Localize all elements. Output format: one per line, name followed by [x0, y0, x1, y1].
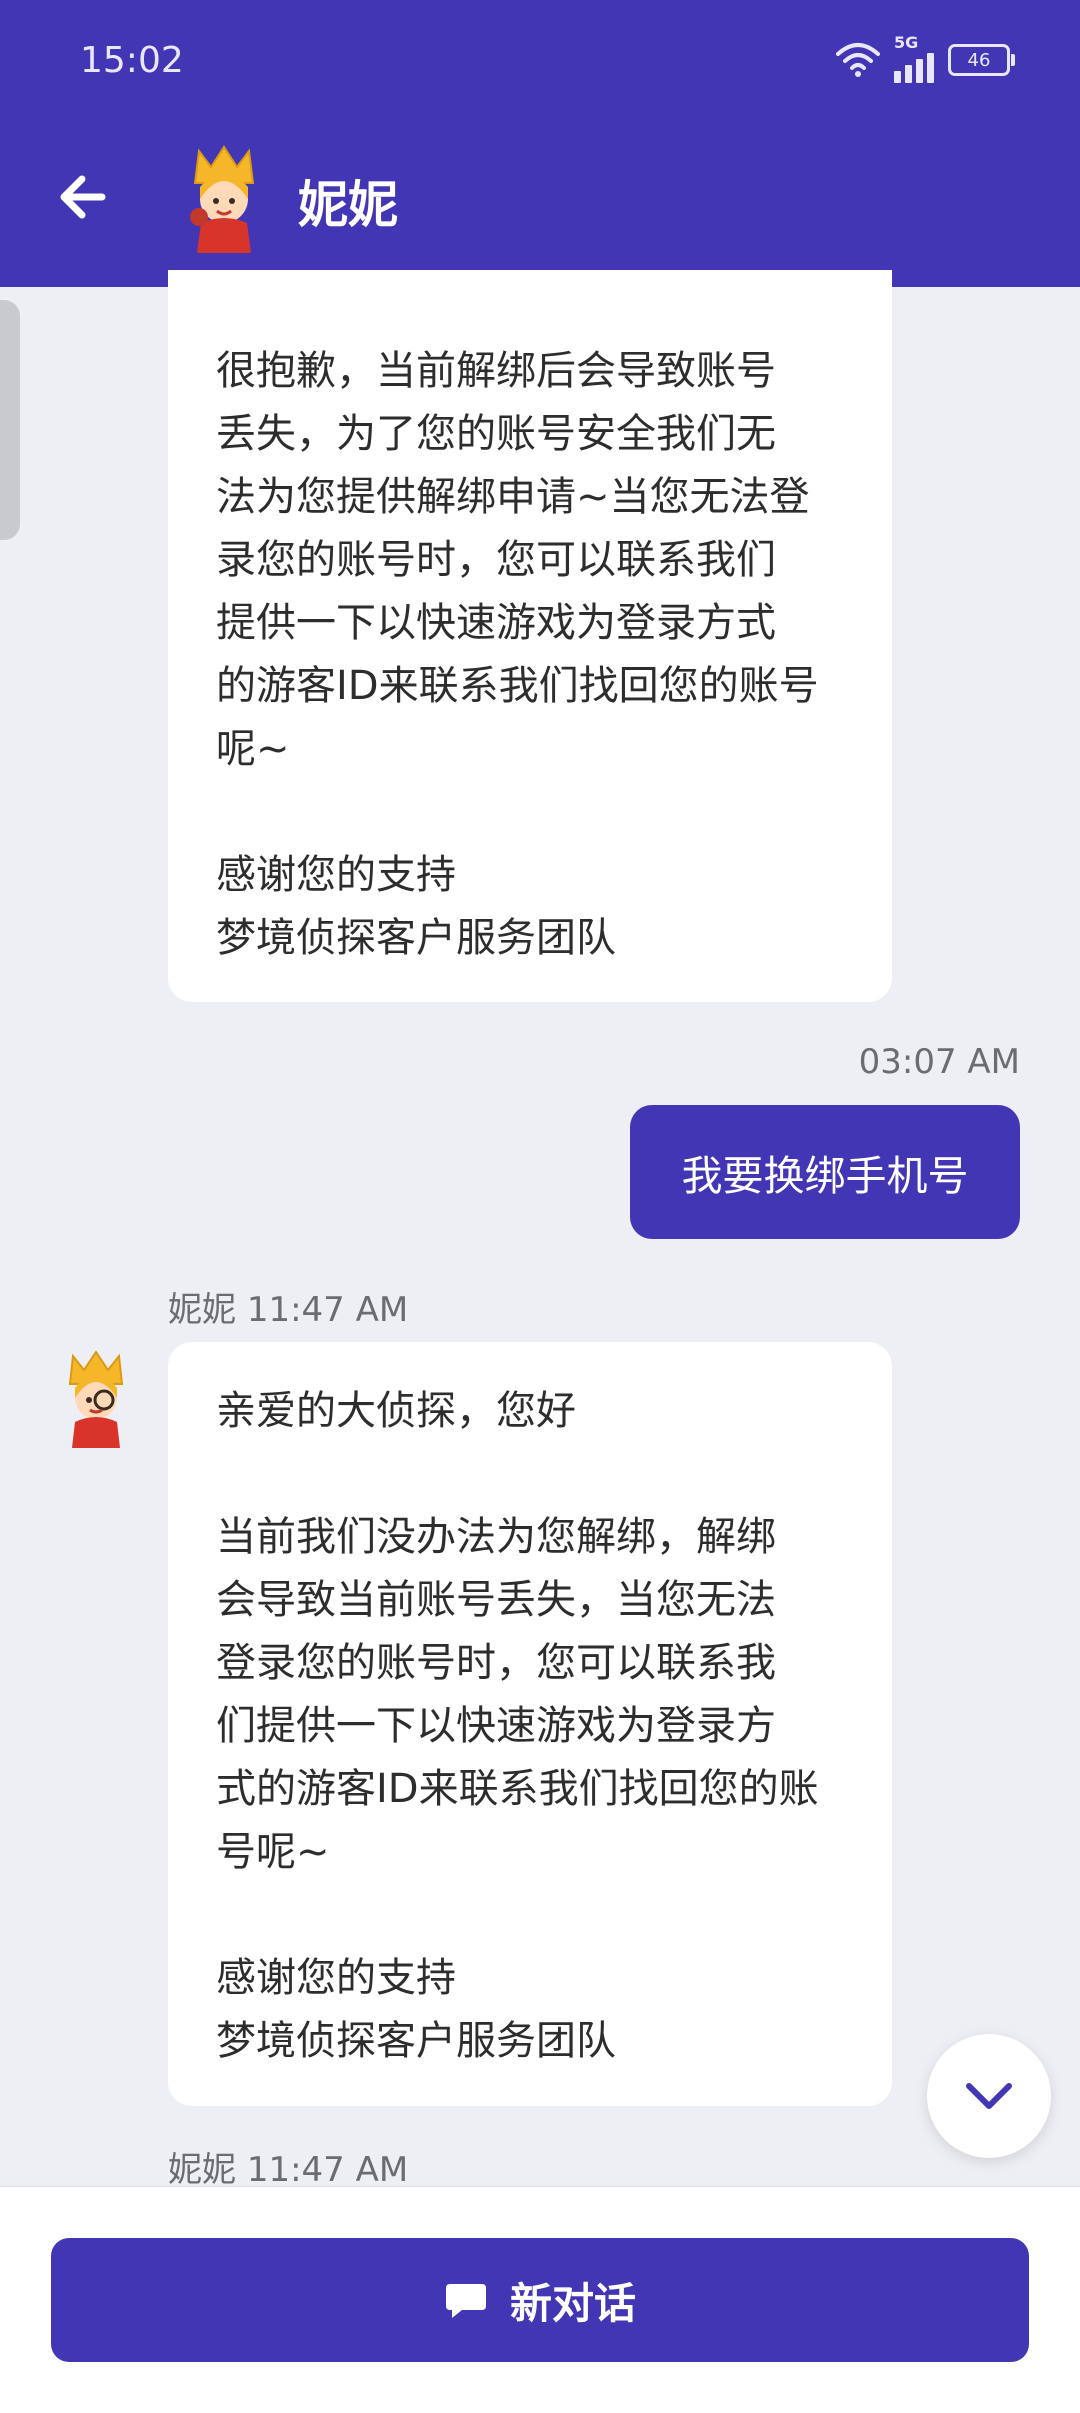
wifi-icon — [836, 43, 880, 77]
chat-bubble-icon — [445, 2284, 486, 2318]
agent-message-bubble: 很抱歉，当前解绑后会导致账号 丢失，为了您的账号安全我们无 法为您提供解绑申请~… — [168, 270, 892, 1002]
scroll-handle[interactable] — [0, 300, 20, 540]
bottom-bar: 新对话 — [0, 2186, 1080, 2413]
signal-bar — [916, 59, 923, 83]
status-time: 15:02 — [80, 40, 184, 81]
scroll-to-bottom-button[interactable] — [927, 2034, 1051, 2158]
signal-icon: 5G — [894, 33, 934, 83]
agent-message-bubble: 亲爱的大侦探，您好 当前我们没办法为您解绑，解绑 会导致当前账号丢失，当您无法 … — [168, 1342, 892, 2106]
sender-name: 妮妮 — [168, 2150, 236, 2190]
back-arrow-icon[interactable] — [52, 165, 116, 229]
network-type-label: 5G — [894, 33, 919, 52]
battery-level: 46 — [967, 49, 991, 71]
app-header: 15:02 5G 46 妮妮 — [0, 0, 1080, 287]
message-timestamp: 03:07 AM — [858, 1042, 1020, 1082]
user-message-bubble: 我要换绑手机号 — [630, 1105, 1020, 1239]
status-icons: 5G 46 — [836, 33, 1015, 84]
message-sender-line: 妮妮 11:47 AM — [168, 2142, 408, 2191]
sender-name: 妮妮 — [168, 1290, 236, 1330]
avatar — [68, 1350, 124, 1448]
message-timestamp: 11:47 AM — [246, 2150, 409, 2190]
message-sender-line: 妮妮 11:47 AM — [168, 1282, 408, 1331]
user-message-text: 我要换绑手机号 — [681, 1152, 969, 1200]
signal-bar — [927, 53, 934, 83]
signal-bar — [905, 65, 912, 83]
chevron-down-icon — [966, 2083, 1012, 2109]
new-chat-label: 新对话 — [509, 2278, 636, 2328]
message-timestamp: 11:47 AM — [246, 1290, 409, 1330]
page-title: 妮妮 — [298, 176, 398, 234]
avatar — [190, 145, 255, 253]
new-chat-button[interactable]: 新对话 — [51, 2238, 1029, 2362]
signal-bar — [894, 71, 901, 83]
battery-icon: 46 — [948, 44, 1015, 76]
